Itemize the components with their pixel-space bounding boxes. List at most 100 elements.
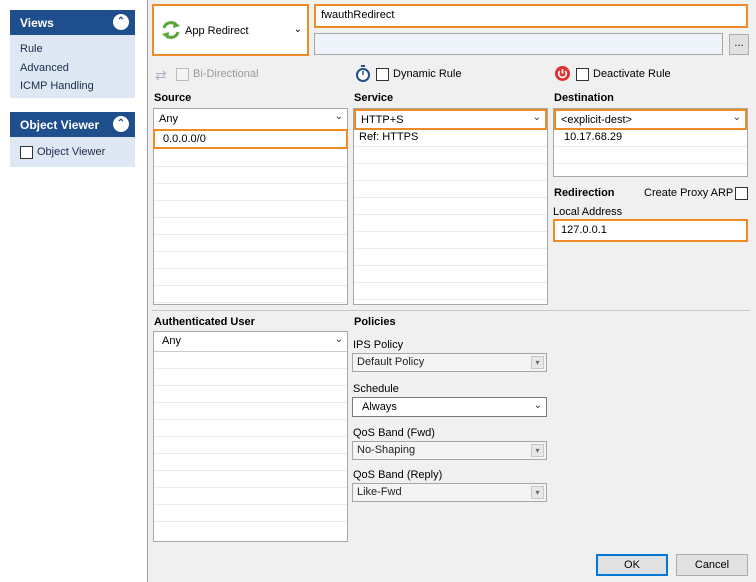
auth-user-list: Any ⌄ (153, 331, 348, 542)
list-item[interactable] (554, 147, 747, 164)
dynamic-rule-checkbox[interactable] (376, 68, 389, 81)
list-item[interactable] (154, 471, 347, 488)
bidirectional-checkbox[interactable] (176, 68, 189, 81)
list-item[interactable] (154, 352, 347, 369)
schedule-label: Schedule (353, 383, 399, 395)
list-item[interactable] (154, 403, 347, 420)
list-item[interactable] (154, 386, 347, 403)
qos-reply-value: Like-Fwd (357, 486, 402, 498)
list-item[interactable] (354, 215, 547, 232)
list-item[interactable] (154, 420, 347, 437)
collapse-icon[interactable]: ⌃ (113, 14, 129, 30)
list-item[interactable] (354, 164, 547, 181)
rule-description-field[interactable] (314, 33, 723, 55)
bidirectional-arrows-icon: ⇄ (155, 67, 167, 83)
list-item[interactable] (154, 218, 347, 235)
list-item[interactable] (354, 232, 547, 249)
object-viewer-checkbox[interactable] (20, 146, 33, 159)
ips-policy-label: IPS Policy (353, 339, 404, 351)
chevron-down-icon: ⌄ (732, 112, 741, 123)
qos-fwd-value: No-Shaping (357, 444, 416, 456)
object-viewer-pane-body: Object Viewer (10, 137, 135, 167)
object-viewer-pane-title: Object Viewer (20, 118, 100, 132)
list-item[interactable] (354, 266, 547, 283)
views-pane-body: Rule Advanced ICMP Handling (10, 35, 135, 98)
list-item[interactable] (154, 286, 347, 303)
power-icon (555, 66, 570, 81)
ok-button[interactable]: OK (596, 554, 668, 576)
service-selected: HTTP+S (361, 114, 404, 126)
rule-name-field[interactable]: fwauthRedirect (314, 4, 748, 28)
schedule-select[interactable]: Always ⌄ (352, 397, 547, 417)
list-item[interactable] (154, 167, 347, 184)
views-pane-title: Views (20, 16, 54, 30)
list-item[interactable] (354, 147, 547, 164)
destination-title: Destination (554, 92, 614, 104)
source-row-selected[interactable]: 0.0.0.0/0 (153, 129, 348, 149)
auth-user-selected: Any (162, 335, 181, 347)
view-item-rule[interactable]: Rule (20, 43, 43, 55)
qos-fwd-select[interactable]: No-Shaping ▾ (352, 441, 547, 460)
list-item[interactable] (154, 437, 347, 454)
views-pane-header[interactable]: Views ⌃ (10, 10, 135, 35)
chevron-down-icon: ▾ (531, 444, 544, 457)
proxy-arp-checkbox[interactable] (735, 187, 748, 200)
policies-title: Policies (354, 316, 396, 328)
source-rows (154, 150, 347, 304)
list-item[interactable] (154, 184, 347, 201)
bidirectional-label: Bi-Directional (193, 68, 259, 80)
qos-reply-label: QoS Band (Reply) (353, 469, 443, 481)
qos-reply-select[interactable]: Like-Fwd ▾ (352, 483, 547, 502)
deactivate-rule-checkbox[interactable] (576, 68, 589, 81)
list-item[interactable] (154, 150, 347, 167)
proxy-arp-label: Create Proxy ARP (644, 187, 734, 199)
dynamic-rule-label: Dynamic Rule (393, 68, 462, 80)
list-item[interactable] (154, 235, 347, 252)
list-item[interactable] (154, 488, 347, 505)
chevron-down-icon: ⌄ (293, 24, 302, 35)
ips-policy-value: Default Policy (357, 356, 425, 368)
destination-selected: <explicit-dest> (561, 114, 632, 126)
service-list: HTTP+S ⌄ Ref: HTTPS (353, 108, 548, 305)
list-item[interactable] (154, 201, 347, 218)
service-dropdown[interactable]: HTTP+S ⌄ (354, 109, 547, 130)
redirection-title: Redirection (554, 187, 615, 199)
chevron-down-icon: ⌄ (533, 400, 542, 411)
schedule-value: Always (362, 401, 397, 413)
object-viewer-pane-header[interactable]: Object Viewer ⌃ (10, 112, 135, 137)
local-address-label: Local Address (553, 206, 623, 218)
list-item[interactable]: Ref: HTTPS (354, 130, 547, 147)
action-selector[interactable]: App Redirect ⌄ (152, 4, 309, 56)
view-item-advanced[interactable]: Advanced (20, 62, 69, 74)
ips-policy-select[interactable]: Default Policy ▾ (352, 353, 547, 372)
source-selected: Any (159, 113, 178, 125)
object-viewer-label: Object Viewer (37, 146, 106, 158)
cancel-button[interactable]: Cancel (676, 554, 748, 576)
deactivate-rule-label: Deactivate Rule (593, 68, 671, 80)
browse-button[interactable]: ... (729, 34, 749, 55)
stopwatch-icon (356, 65, 370, 82)
list-item[interactable] (154, 505, 347, 522)
list-item[interactable] (154, 252, 347, 269)
collapse-icon[interactable]: ⌃ (113, 116, 129, 132)
view-item-icmp-handling[interactable]: ICMP Handling (20, 80, 94, 92)
auth-user-dropdown[interactable]: Any ⌄ (154, 332, 347, 352)
list-item[interactable] (154, 269, 347, 286)
redirect-icon (162, 21, 180, 39)
list-item[interactable] (354, 198, 547, 215)
chevron-down-icon: ▾ (531, 486, 544, 499)
section-divider (152, 310, 750, 311)
list-item[interactable]: 10.17.68.29 (554, 130, 747, 147)
list-item[interactable] (554, 164, 747, 176)
list-item[interactable] (354, 181, 547, 198)
list-item[interactable] (154, 454, 347, 471)
local-address-input[interactable]: 127.0.0.1 (553, 219, 748, 242)
list-item[interactable] (354, 249, 547, 266)
source-dropdown[interactable]: Any ⌄ (154, 109, 347, 130)
list-item[interactable] (354, 283, 547, 300)
action-label: App Redirect (185, 25, 249, 37)
source-title: Source (154, 92, 192, 104)
destination-dropdown[interactable]: <explicit-dest> ⌄ (554, 109, 747, 130)
list-item[interactable] (154, 369, 347, 386)
views-sidebar: Views ⌃ Rule Advanced ICMP Handling Obje… (0, 0, 148, 582)
